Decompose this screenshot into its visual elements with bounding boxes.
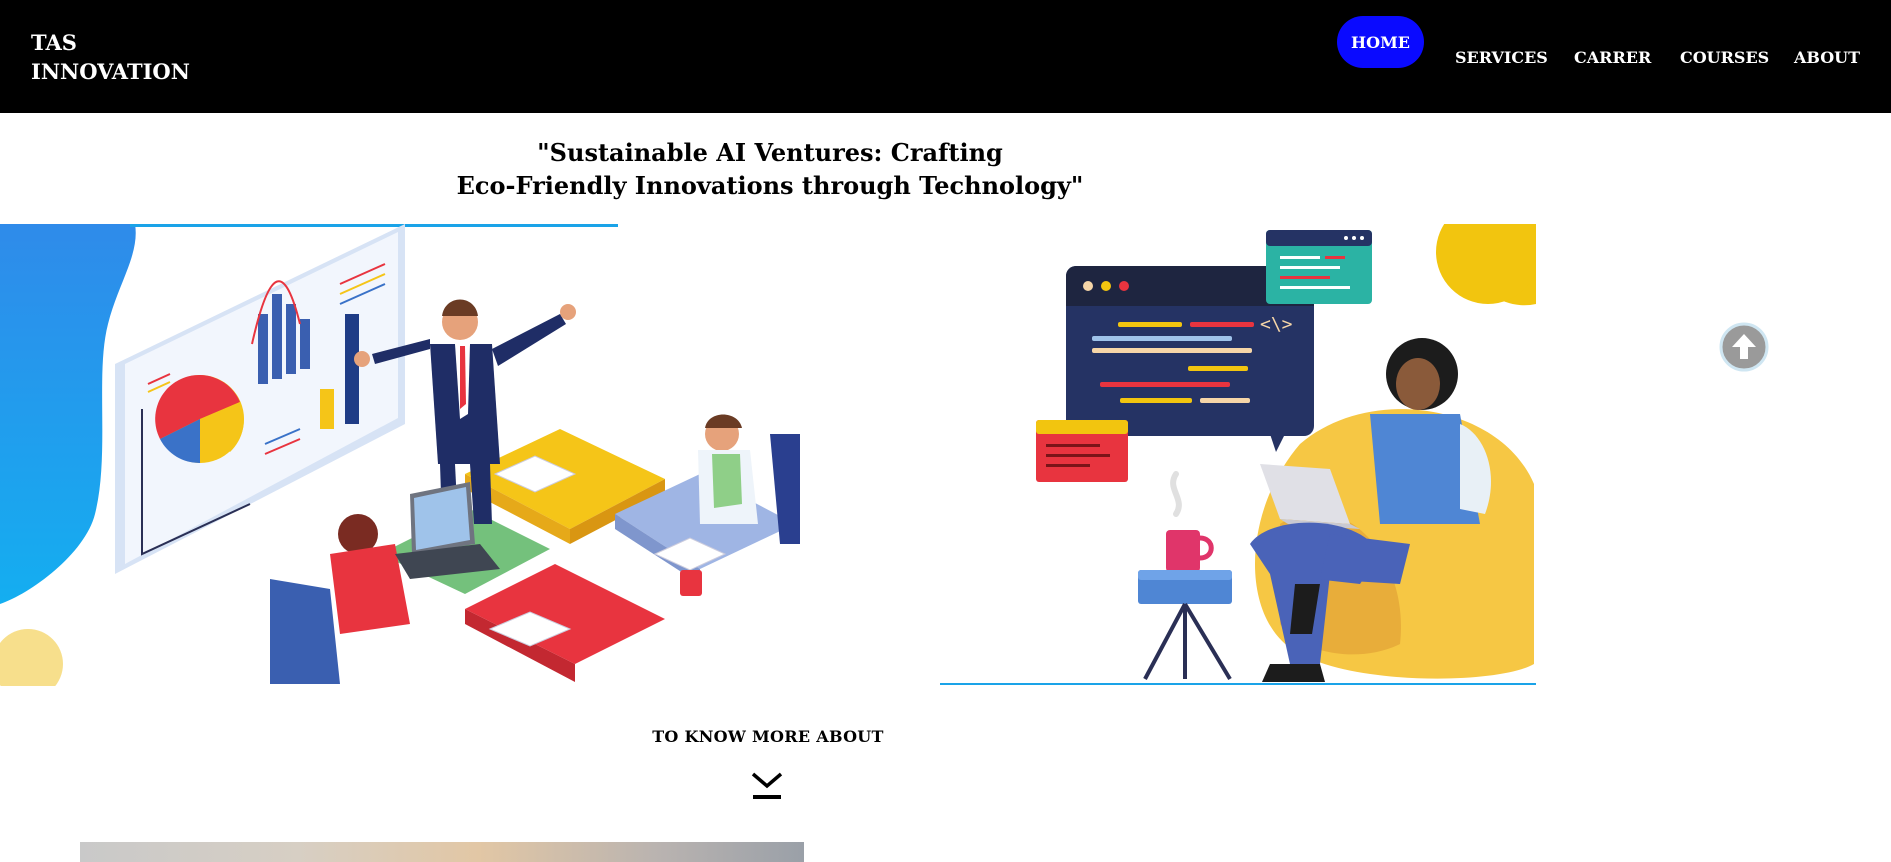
nav-courses-label: COURSES [1680,48,1770,67]
nav-carrer[interactable]: CARRER [1574,48,1651,67]
nav-about[interactable]: ABOUT [1794,48,1860,67]
hero-title: "Sustainable AI Ventures: Crafting Eco-F… [420,136,1120,202]
nav-home[interactable]: HOME [1337,16,1424,68]
svg-text:<\>: <\> [1260,314,1293,335]
nav-home-label: HOME [1351,32,1410,52]
brand-line-2: INNOVATION [31,59,190,84]
nav-about-label: ABOUT [1794,48,1861,67]
nav-courses[interactable]: COURSES [1680,48,1769,67]
brand-line-1: TAS [31,30,77,55]
developer-illustration: <\> [940,224,1540,685]
brand-logo[interactable]: TAS INNOVATION [31,28,190,86]
team-meeting-illustration [0,224,800,686]
hero-title-line-1: "Sustainable AI Ventures: Crafting [537,138,1003,167]
scroll-to-top-arrow-up-circle-icon[interactable] [1719,322,1769,372]
chevron-down-bar-icon[interactable] [749,770,785,802]
nav-services[interactable]: SERVICES [1455,48,1548,67]
section-photo [80,842,804,862]
know-more-label: TO KNOW MORE ABOUT [652,727,884,746]
nav-carrer-label: CARRER [1574,48,1652,67]
hero-title-line-2: Eco-Friendly Innovations through Technol… [456,171,1084,200]
nav-services-label: SERVICES [1455,48,1548,67]
top-navbar: TAS INNOVATION HOME SERVICES CARRER COUR… [0,0,1891,113]
